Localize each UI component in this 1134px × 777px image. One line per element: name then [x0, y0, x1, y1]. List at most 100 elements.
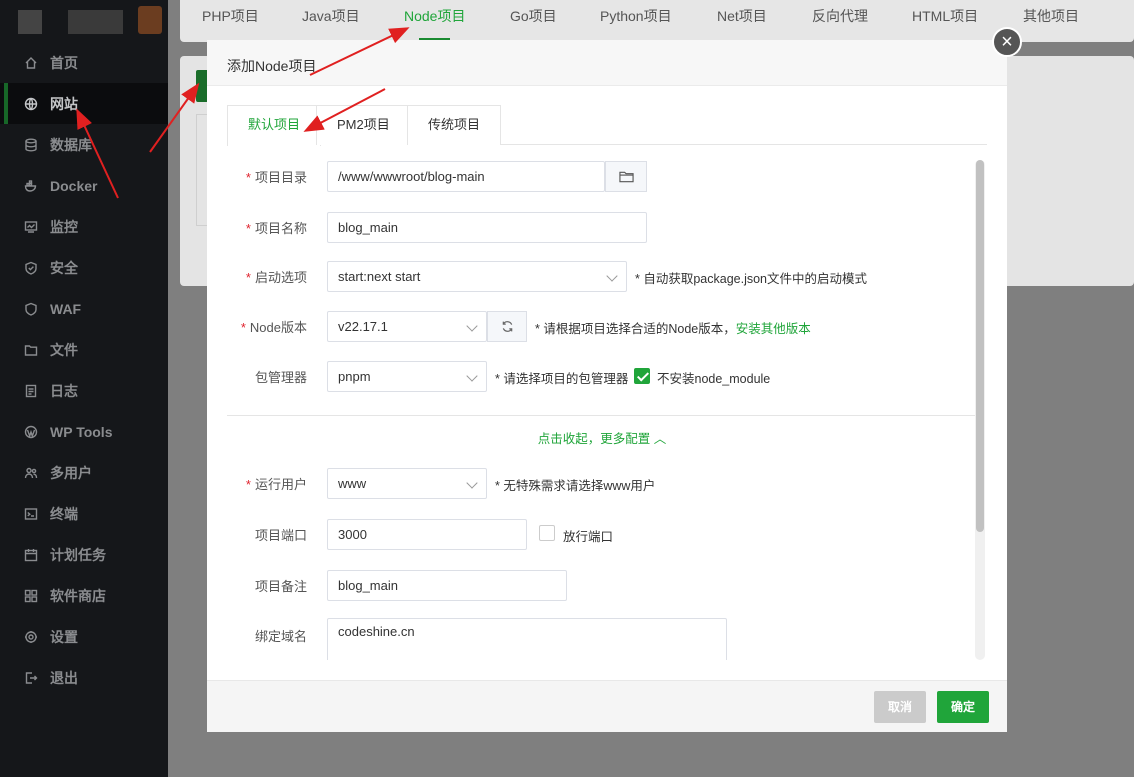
tab-python[interactable]: Python项目: [600, 0, 672, 40]
dialog-form: * 项目目录 /www/wwwroot/blog-main * 项目名称 blog_…: [227, 150, 987, 660]
sidebar-item-label: 计划任务: [50, 546, 106, 563]
label-project-name: * 项目名称: [245, 220, 307, 236]
project-name-input[interactable]: blog_main: [327, 211, 647, 243]
sidebar-item-label: 安全: [50, 259, 78, 276]
form-scrollbar[interactable]: [975, 160, 985, 660]
apps-icon: [24, 589, 38, 603]
sidebar-item-label: 首页: [50, 54, 78, 71]
refresh-versions-button[interactable]: [487, 310, 527, 342]
sidebar-item[interactable]: 日志: [0, 370, 168, 411]
project-dir-input[interactable]: /www/wwwroot/blog-main: [327, 160, 605, 192]
sidebar-item-label: Docker: [50, 177, 98, 194]
run-user-value: www: [338, 475, 367, 491]
dialog-title: 添加Node项目: [207, 40, 1007, 86]
sidebar-item[interactable]: 安全: [0, 247, 168, 288]
database-icon: [24, 138, 38, 152]
sidebar-item-label: 数据库: [50, 136, 92, 153]
node-version-select[interactable]: v22.17.1: [327, 310, 487, 342]
label-start-option: * 启动选项: [245, 269, 307, 285]
sidebar-item[interactable]: 退出: [0, 657, 168, 698]
waf-shield-icon: [24, 302, 38, 316]
docker-icon: [24, 179, 38, 193]
close-icon[interactable]: ×: [992, 27, 1022, 57]
label-node-version: * Node版本: [240, 319, 307, 335]
sidebar-item[interactable]: 计划任务: [0, 534, 168, 575]
sidebar-item[interactable]: 首页: [0, 42, 168, 83]
sidebar-item-label: 退出: [50, 669, 78, 686]
confirm-button[interactable]: 确定: [937, 691, 990, 723]
remark-input[interactable]: blog_main: [327, 569, 567, 601]
cancel-button[interactable]: 取消: [874, 691, 927, 723]
collapse-more-config-link[interactable]: 点击收起，更多配置 ︿: [227, 428, 977, 447]
terminal-icon: [24, 507, 38, 521]
tab-net[interactable]: Net项目: [717, 0, 767, 40]
sidebar-item[interactable]: 多用户: [0, 452, 168, 493]
chevron-down-icon: [466, 476, 478, 489]
open-port-label: 放行端口: [563, 530, 614, 544]
skip-node-modules-label: 不安装node_module: [657, 372, 771, 386]
sidebar-item-label: 软件商店: [50, 587, 106, 604]
sidebar: 首页网站数据库 Docker 监控安全 WAF 文件日志 WP Tools 多用户 终端计划任…: [0, 0, 168, 777]
avatar[interactable]: [138, 6, 162, 34]
sidebar-item[interactable]: 监控: [0, 206, 168, 247]
run-user-select[interactable]: www: [327, 467, 487, 499]
folder-icon: [618, 171, 634, 182]
port-input[interactable]: 3000: [327, 518, 527, 550]
node-version-value: v22.17.1: [338, 318, 388, 334]
section-divider: [227, 415, 977, 416]
row-node-version: * Node版本 v22.17.1 * 请根据项目选择合适的Node版本，安装其他…: [227, 310, 987, 342]
scrollbar-thumb[interactable]: [976, 160, 984, 532]
tab-legacy-project[interactable]: 传统项目: [407, 105, 502, 145]
tab-pm2-project[interactable]: PM2项目: [316, 105, 411, 145]
users-icon: [24, 466, 38, 480]
calendar-icon: [24, 548, 38, 562]
logout-icon: [24, 671, 38, 685]
sidebar-item-label: WAF: [50, 300, 82, 317]
tab-java[interactable]: Java项目: [302, 0, 360, 40]
tab-go[interactable]: Go项目: [510, 0, 557, 40]
sidebar-item[interactable]: 网站: [0, 83, 168, 124]
sidebar-item[interactable]: 设置: [0, 616, 168, 657]
row-run-user: * 运行用户 www * 无特殊需求请选择www用户: [227, 467, 987, 499]
install-other-versions-link[interactable]: 安装其他版本: [736, 322, 811, 336]
row-project-name: * 项目名称 blog_main: [227, 211, 987, 243]
sidebar-item-label: 文件: [50, 341, 78, 358]
label-project-dir: * 项目目录: [245, 169, 307, 185]
globe-icon: [24, 97, 38, 111]
tab-node[interactable]: Node项目: [404, 0, 465, 40]
domain-textarea[interactable]: codeshine.cn: [327, 618, 727, 660]
start-option-select[interactable]: start:next start: [327, 260, 627, 292]
sidebar-item-label: 设置: [50, 628, 78, 645]
chevron-down-icon: [466, 369, 478, 382]
refresh-icon: [502, 320, 512, 332]
skip-node-modules-checkbox[interactable]: [634, 368, 650, 384]
sidebar-item[interactable]: 终端: [0, 493, 168, 534]
project-type-tabs: PHP项目 Java项目 Node项目 Go项目 Python项目 Net项目 …: [180, 0, 1134, 42]
sidebar-item[interactable]: 软件商店: [0, 575, 168, 616]
tab-reverse-proxy[interactable]: 反向代理: [812, 0, 868, 40]
row-domain: 绑定域名 codeshine.cn: [227, 618, 987, 660]
sidebar-item[interactable]: 数据库: [0, 124, 168, 165]
sidebar-item-label: 网站: [50, 95, 78, 112]
sidebar-menu: 首页网站数据库 Docker 监控安全 WAF 文件日志 WP Tools 多用户 终端计划任…: [0, 42, 168, 698]
tab-default-project[interactable]: 默认项目: [227, 105, 322, 146]
sidebar-item[interactable]: 文件: [0, 329, 168, 370]
row-project-dir: * 项目目录 /www/wwwroot/blog-main: [227, 160, 987, 192]
folder-picker-button[interactable]: [605, 160, 647, 192]
chevron-down-icon: [606, 269, 618, 282]
label-port: 项目端口: [254, 527, 307, 543]
package-manager-hint: * 请选择项目的包管理器: [495, 372, 629, 386]
log-icon: [24, 384, 38, 398]
package-manager-select[interactable]: pnpm: [327, 360, 487, 392]
row-remark: 项目备注 blog_main: [227, 569, 987, 601]
wordpress-icon: [24, 425, 38, 439]
add-node-project-dialog: 添加Node项目 默认项目 PM2项目 传统项目 * 项目目录 /www/wwwr…: [207, 40, 1007, 732]
tab-other[interactable]: 其他项目: [1023, 0, 1079, 40]
sidebar-item[interactable]: WAF: [0, 288, 168, 329]
sidebar-item[interactable]: Docker: [0, 165, 168, 206]
sidebar-item[interactable]: WP Tools: [0, 411, 168, 452]
tab-php[interactable]: PHP项目: [202, 0, 259, 40]
start-option-value: start:next start: [338, 268, 421, 284]
open-port-checkbox[interactable]: [539, 525, 555, 541]
tab-html[interactable]: HTML项目: [912, 0, 978, 40]
